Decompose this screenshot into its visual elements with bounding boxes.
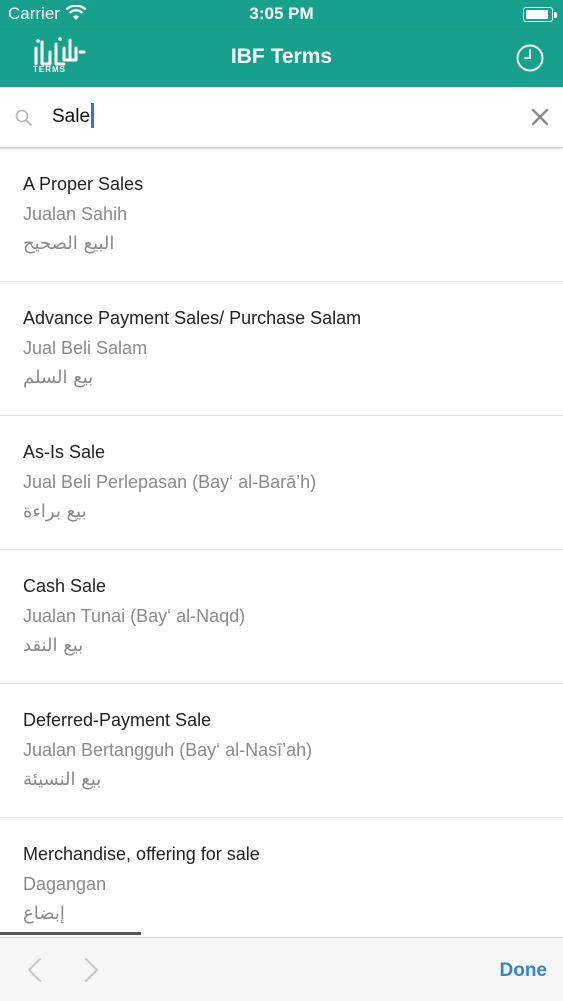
- search-input[interactable]: [52, 101, 492, 133]
- term-malay: Jualan Bertangguh (Bay‘ al-Nasī’ah): [23, 740, 313, 760]
- chevron-right-icon[interactable]: [80, 956, 104, 984]
- battery-icon: [523, 7, 557, 22]
- term-english: A Proper Sales: [23, 174, 144, 194]
- term-arabic: بيع براءة: [23, 501, 87, 522]
- results-list: A Proper Sales Jualan Sahih البيع الصحيح…: [0, 148, 563, 952]
- term-arabic: إبضاع: [23, 903, 65, 924]
- close-icon[interactable]: [531, 108, 549, 126]
- keyboard-toolbar: Done: [0, 937, 563, 1001]
- term-arabic: بيع النسيئة: [23, 769, 102, 790]
- search-icon: [15, 109, 32, 126]
- list-item[interactable]: A Proper Sales Jualan Sahih البيع الصحيح: [0, 148, 563, 282]
- list-item[interactable]: Advance Payment Sales/ Purchase Salam Ju…: [0, 282, 563, 416]
- search-bar: [0, 87, 563, 148]
- term-malay: Jualan Tunai (Bay‘ al-Naqd): [23, 606, 246, 626]
- done-button[interactable]: Done: [500, 960, 548, 982]
- status-time: 3:05 PM: [249, 4, 314, 23]
- term-malay: Dagangan: [23, 874, 107, 894]
- term-arabic: بيع النقد: [23, 635, 84, 656]
- term-malay: Jual Beli Perlepasan (Bay‘ al-Barā’h): [23, 472, 317, 492]
- text-cursor: [91, 103, 94, 128]
- status-bar: Carrier 3:05 PM: [0, 0, 563, 30]
- scroll-indicator: [0, 932, 141, 935]
- term-english: Cash Sale: [23, 576, 107, 596]
- term-malay: Jual Beli Salam: [23, 338, 148, 358]
- list-item[interactable]: Cash Sale Jualan Tunai (Bay‘ al-Naqd) بي…: [0, 550, 563, 684]
- page-title: IBF Terms: [230, 45, 333, 68]
- term-malay: Jualan Sahih: [23, 204, 128, 224]
- term-english: Advance Payment Sales/ Purchase Salam: [23, 308, 362, 328]
- chevron-left-icon[interactable]: [22, 956, 46, 984]
- term-english: Deferred-Payment Sale: [23, 710, 212, 730]
- term-english: As-Is Sale: [23, 442, 106, 462]
- nav-bar: TERMS IBF Terms: [0, 30, 563, 87]
- list-item[interactable]: As-Is Sale Jual Beli Perlepasan (Bay‘ al…: [0, 416, 563, 550]
- list-item[interactable]: Deferred-Payment Sale Jualan Bertangguh …: [0, 684, 563, 818]
- term-english: Merchandise, offering for sale: [23, 844, 260, 864]
- history-clock-icon[interactable]: [515, 43, 545, 73]
- term-arabic: البيع الصحيح: [23, 233, 115, 254]
- term-arabic: بيع السلم: [23, 367, 94, 388]
